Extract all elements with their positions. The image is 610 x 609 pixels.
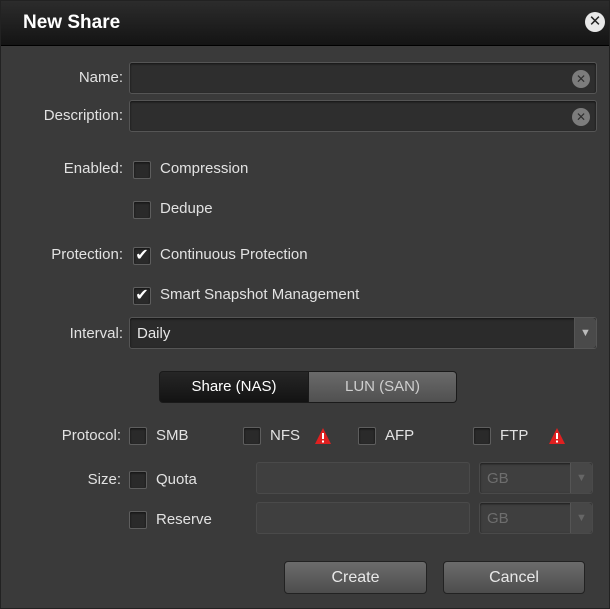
chevron-down-icon[interactable]: ▼ [570, 463, 592, 493]
afp-label: AFP [385, 427, 415, 444]
description-input[interactable] [130, 101, 596, 131]
compression-label: Compression [160, 160, 249, 177]
nfs-warning-icon [315, 428, 331, 444]
nfs-label: NFS [270, 427, 300, 444]
ftp-checkbox[interactable] [473, 427, 491, 445]
interval-select[interactable]: Daily ▼ [129, 317, 597, 349]
quota-label: Quota [156, 471, 197, 488]
dedupe-checkbox[interactable] [133, 201, 151, 219]
close-icon[interactable]: ✕ [585, 12, 605, 32]
create-button[interactable]: Create [284, 561, 427, 594]
description-label: Description: [43, 107, 123, 124]
dedupe-label: Dedupe [160, 200, 213, 217]
name-input[interactable] [130, 63, 596, 93]
chevron-down-icon[interactable]: ▼ [574, 318, 596, 348]
new-share-dialog: New Share ✕ Name: ✕ Description: ✕ Enabl… [0, 0, 610, 609]
ftp-label: FTP [500, 427, 529, 444]
dialog-titlebar: New Share ✕ [1, 1, 609, 46]
smart-snapshot-label: Smart Snapshot Management [160, 286, 360, 303]
name-label: Name: [78, 69, 123, 86]
reserve-input[interactable] [256, 502, 470, 534]
enabled-label: Enabled: [63, 160, 123, 177]
quota-unit-value: GB [487, 470, 509, 487]
tab-share-nas[interactable]: Share (NAS) [159, 371, 309, 403]
description-field[interactable]: ✕ [129, 100, 597, 132]
size-label: Size: [87, 471, 121, 488]
ftp-warning-icon [549, 428, 565, 444]
continuous-protection-checkbox[interactable]: ✔ [133, 247, 151, 265]
reserve-label: Reserve [156, 511, 212, 528]
smart-snapshot-checkbox[interactable]: ✔ [133, 287, 151, 305]
reserve-checkbox[interactable] [129, 511, 147, 529]
smb-checkbox[interactable] [129, 427, 147, 445]
name-field[interactable]: ✕ [129, 62, 597, 94]
dialog-title: New Share [23, 12, 121, 33]
continuous-protection-label: Continuous Protection [160, 246, 308, 263]
chevron-down-icon[interactable]: ▼ [570, 503, 592, 533]
quota-input[interactable] [256, 462, 470, 494]
interval-label: Interval: [69, 325, 123, 342]
tab-lun-san[interactable]: LUN (SAN) [309, 371, 457, 403]
protocol-label: Protocol: [61, 427, 121, 444]
reserve-unit-select[interactable]: GB ▼ [479, 502, 593, 534]
clear-description-icon[interactable]: ✕ [572, 108, 590, 126]
protection-label: Protection: [51, 246, 123, 263]
cancel-button[interactable]: Cancel [443, 561, 585, 594]
clear-name-icon[interactable]: ✕ [572, 70, 590, 88]
quota-checkbox[interactable] [129, 471, 147, 489]
afp-checkbox[interactable] [358, 427, 376, 445]
interval-value: Daily [137, 325, 171, 342]
smb-label: SMB [156, 427, 189, 444]
reserve-unit-value: GB [487, 510, 509, 527]
compression-checkbox[interactable] [133, 161, 151, 179]
quota-unit-select[interactable]: GB ▼ [479, 462, 593, 494]
nfs-checkbox[interactable] [243, 427, 261, 445]
